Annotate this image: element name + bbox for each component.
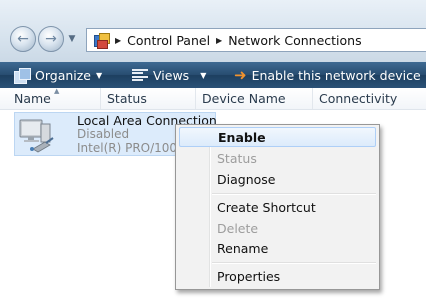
menu-item-create-shortcut[interactable]: Create Shortcut: [179, 197, 376, 217]
chevron-down-icon: ▼: [68, 34, 76, 44]
breadcrumb-network-connections[interactable]: Network Connections: [228, 33, 361, 48]
network-adapter-icon: [19, 119, 54, 153]
menu-item-properties[interactable]: Properties: [179, 266, 376, 286]
organize-icon: [14, 68, 31, 84]
chevron-down-icon: ▼: [200, 70, 207, 80]
recent-pages-dropdown[interactable]: ▼: [66, 32, 78, 46]
enable-device-button[interactable]: ➜ Enable this network device: [234, 62, 421, 88]
column-header-connectivity[interactable]: Connectivity: [313, 88, 426, 109]
breadcrumb-control-panel[interactable]: Control Panel: [127, 33, 210, 48]
menu-item-diagnose[interactable]: Diagnose: [179, 169, 376, 189]
connection-status: Disabled: [77, 127, 130, 141]
enable-arrow-icon: ➜: [234, 65, 247, 84]
control-panel-icon: [93, 32, 110, 49]
forward-arrow-icon: →: [45, 31, 57, 47]
chevron-down-icon: ▼: [96, 70, 103, 80]
column-header-status[interactable]: Status: [101, 88, 196, 109]
column-header-device-name[interactable]: Device Name: [196, 88, 313, 109]
organize-label: Organize: [35, 67, 91, 83]
forward-button[interactable]: →: [38, 26, 64, 52]
back-button[interactable]: ←: [10, 26, 36, 52]
organize-menu-button[interactable]: Organize ▼: [14, 62, 102, 88]
views-icon: [132, 69, 148, 81]
address-bar-area: ← → ▼ ▶ Control Panel ▶ Network Connecti…: [0, 0, 426, 62]
sort-ascending-icon: ▲: [54, 87, 60, 95]
views-label: Views: [153, 67, 190, 83]
back-arrow-icon: ←: [17, 31, 29, 47]
views-menu-button[interactable]: Views ▼: [132, 62, 206, 88]
context-menu: Enable Status Diagnose Create Shortcut D…: [175, 124, 380, 290]
menu-item-status[interactable]: Status: [179, 148, 376, 168]
breadcrumb-separator-icon[interactable]: ▶: [216, 36, 222, 45]
column-header-connectivity-label: Connectivity: [319, 91, 398, 106]
breadcrumb-separator-icon[interactable]: ▶: [115, 36, 121, 45]
command-bar: Organize ▼ Views ▼ ➜ Enable this network…: [0, 62, 426, 88]
column-header-name-label: Name: [14, 91, 51, 106]
menu-item-enable[interactable]: Enable: [179, 127, 376, 147]
column-header-row: ▲ Name Status Device Name Connectivity: [0, 87, 426, 110]
menu-item-delete[interactable]: Delete: [179, 218, 376, 238]
menu-item-rename[interactable]: Rename: [179, 238, 376, 258]
menu-separator: [212, 262, 376, 264]
enable-device-label: Enable this network device: [251, 67, 421, 83]
column-header-device-name-label: Device Name: [202, 91, 286, 106]
column-header-name[interactable]: ▲ Name: [8, 87, 101, 109]
column-header-status-label: Status: [107, 91, 147, 106]
address-box[interactable]: ▶ Control Panel ▶ Network Connections: [86, 28, 426, 52]
menu-separator: [212, 193, 376, 195]
